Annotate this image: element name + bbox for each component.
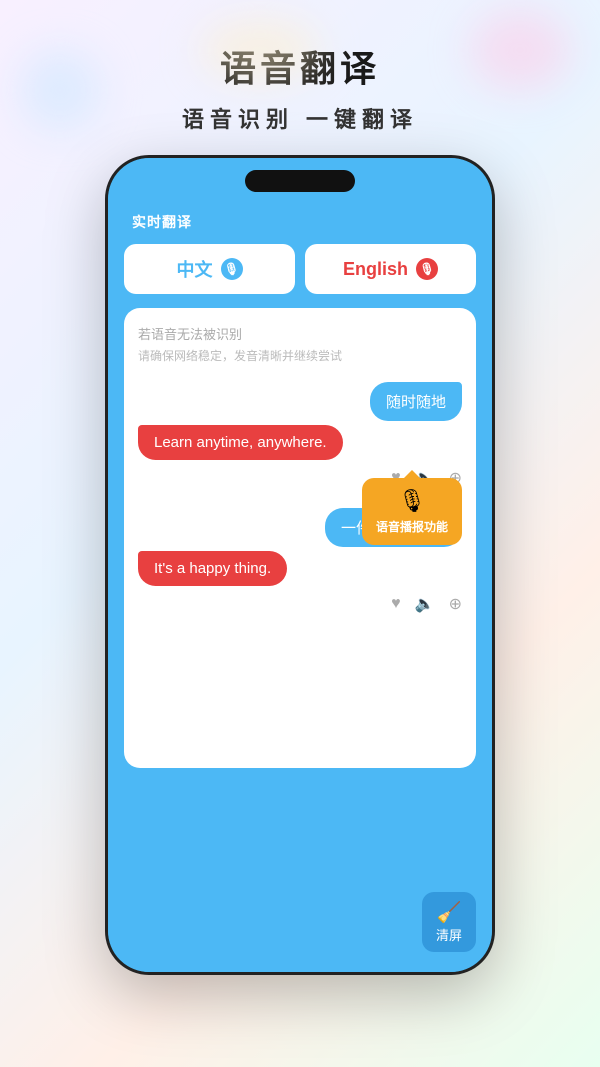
error-message-line2: 请确保网络稳定，发音清晰并继续尝试 (138, 347, 462, 364)
english-label: English (343, 259, 408, 280)
copy-icon-2[interactable]: ⊕ (449, 594, 462, 614)
bubble-right-1: 随时随地 (138, 382, 462, 421)
heart-icon-2[interactable]: ♥ (391, 595, 401, 613)
bubble-left-1: Learn anytime, anywhere. (138, 425, 462, 460)
tooltip-mic-icon: 🎙 (376, 488, 448, 514)
lang-buttons-row: 中文 🎙 English 🎙 (124, 244, 476, 294)
chat-area: 若语音无法被识别 请确保网络稳定，发音清晰并继续尝试 随时随地 Learn an… (124, 308, 476, 768)
error-message-line1: 若语音无法被识别 (138, 324, 462, 343)
bubble-red-1: Learn anytime, anywhere. (138, 425, 343, 460)
bubble-red-2: It's a happy thing. (138, 551, 287, 586)
chinese-lang-button[interactable]: 中文 🎙 (124, 244, 295, 294)
chinese-label: 中文 (177, 256, 213, 282)
app-content: 实时翻译 中文 🎙 English 🎙 若语音无法被识别 请确保网络稳定，发音清… (108, 158, 492, 972)
english-lang-button[interactable]: English 🎙 (305, 244, 476, 294)
action-row-2: ♥ 🔈 ⊕ (138, 590, 462, 624)
clear-broom-icon: 🧹 (436, 900, 462, 925)
speaker-icon-2[interactable]: 🔈 (415, 594, 435, 614)
bubble-blue-1: 随时随地 (370, 382, 462, 421)
phone-notch (245, 170, 355, 192)
clear-label: 清屏 (436, 928, 462, 943)
chinese-mic-icon: 🎙 (221, 258, 243, 280)
tooltip-popup: 🎙 语音播报功能 (362, 478, 462, 545)
english-mic-icon: 🎙 (416, 258, 438, 280)
app-header: 实时翻译 (124, 208, 476, 244)
phone-frame: 实时翻译 中文 🎙 English 🎙 若语音无法被识别 请确保网络稳定，发音清… (105, 155, 495, 975)
bubble-left-2: It's a happy thing. (138, 551, 462, 586)
tooltip-label: 语音播报功能 (376, 518, 448, 535)
bg-blob-2 (20, 50, 100, 130)
bg-blob-3 (200, 20, 320, 80)
bg-blob-1 (470, 10, 570, 90)
clear-screen-button[interactable]: 🧹 清屏 (422, 892, 476, 952)
